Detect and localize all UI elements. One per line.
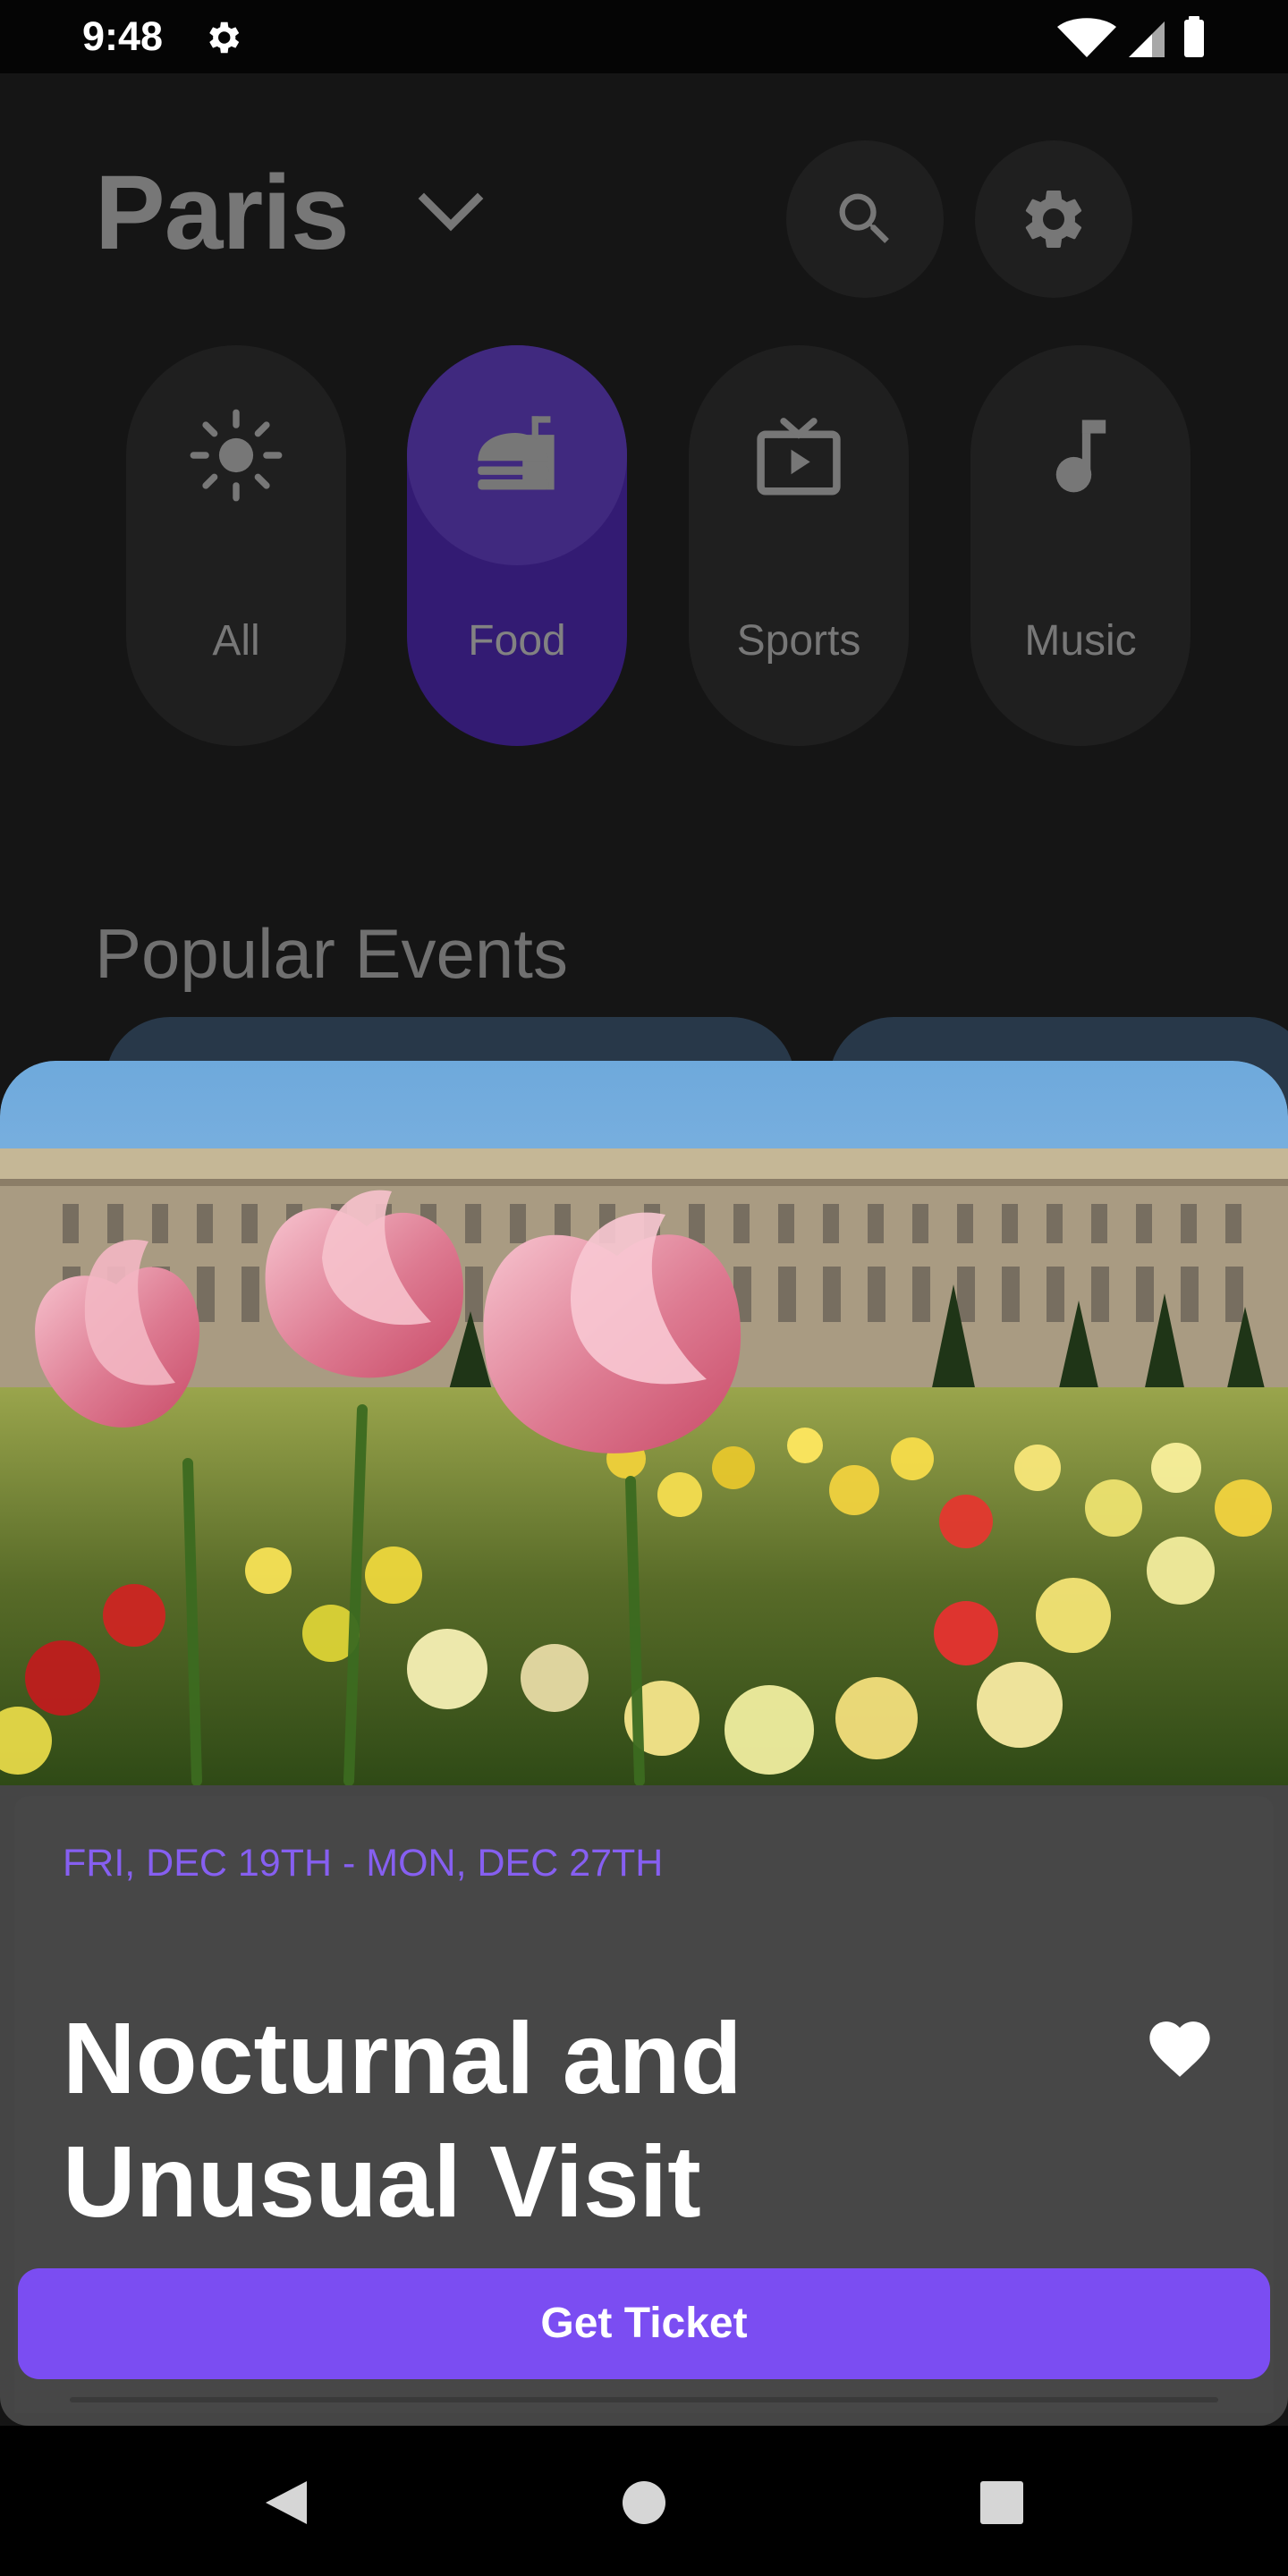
status-indicators <box>1057 16 1204 57</box>
category-sports[interactable]: Sports <box>689 345 909 746</box>
city-selector-title[interactable]: Paris <box>95 155 350 271</box>
music-note-icon <box>1055 419 1106 493</box>
heart-icon[interactable] <box>1143 2012 1216 2079</box>
chevron-down-icon[interactable] <box>417 190 485 238</box>
category-sports-label: Sports <box>736 617 861 665</box>
status-bar: 9:48 <box>0 0 1288 73</box>
event-date-range: FRI, DEC 19TH - MON, DEC 27TH <box>63 1842 664 1885</box>
popular-events-heading: Popular Events <box>95 914 568 993</box>
category-food[interactable]: Food <box>407 345 627 746</box>
event-discovery-screen: 9:48 Paris All Food Sports Music Popular… <box>0 0 1288 2576</box>
settings-icon <box>1025 190 1082 248</box>
category-sports-icon-wrap <box>689 345 909 565</box>
event-garden-image <box>0 1061 1288 1785</box>
card-bottom-divider <box>70 2397 1218 2402</box>
home-icon[interactable] <box>619 2478 669 2528</box>
event-title-line-1: Nocturnal and <box>63 2002 742 2114</box>
sun-icon <box>190 409 283 502</box>
tv-icon <box>757 418 841 496</box>
fast-food-icon <box>478 416 555 490</box>
status-time: 9:48 <box>82 13 164 59</box>
back-icon[interactable] <box>260 2478 310 2528</box>
search-icon <box>839 193 889 243</box>
cellular-signal-icon <box>1129 21 1165 57</box>
featured-event-card[interactable]: FRI, DEC 19TH - MON, DEC 27TH Nocturnal … <box>0 1061 1288 2426</box>
system-navigation-bar <box>0 2426 1288 2576</box>
event-title-line-2: Unusual Visit <box>63 2125 701 2238</box>
search-button[interactable] <box>786 140 944 298</box>
category-food-label: Food <box>468 617 566 665</box>
category-all-icon-wrap <box>126 345 346 565</box>
battery-icon <box>1184 16 1204 57</box>
category-all[interactable]: All <box>126 345 346 746</box>
get-ticket-button[interactable]: Get Ticket <box>18 2268 1270 2379</box>
settings-button[interactable] <box>975 140 1132 298</box>
event-title: Nocturnal and Unusual Visit <box>63 1996 957 2243</box>
settings-icon <box>209 21 240 54</box>
palace-garden-photo <box>0 1061 1288 1785</box>
recents-icon[interactable] <box>977 2478 1027 2528</box>
category-music-icon-wrap <box>970 345 1191 565</box>
category-music-label: Music <box>1024 617 1137 665</box>
category-food-icon-wrap <box>407 345 627 565</box>
wifi-icon <box>1057 18 1116 57</box>
category-music[interactable]: Music <box>970 345 1191 746</box>
category-all-label: All <box>212 617 260 665</box>
